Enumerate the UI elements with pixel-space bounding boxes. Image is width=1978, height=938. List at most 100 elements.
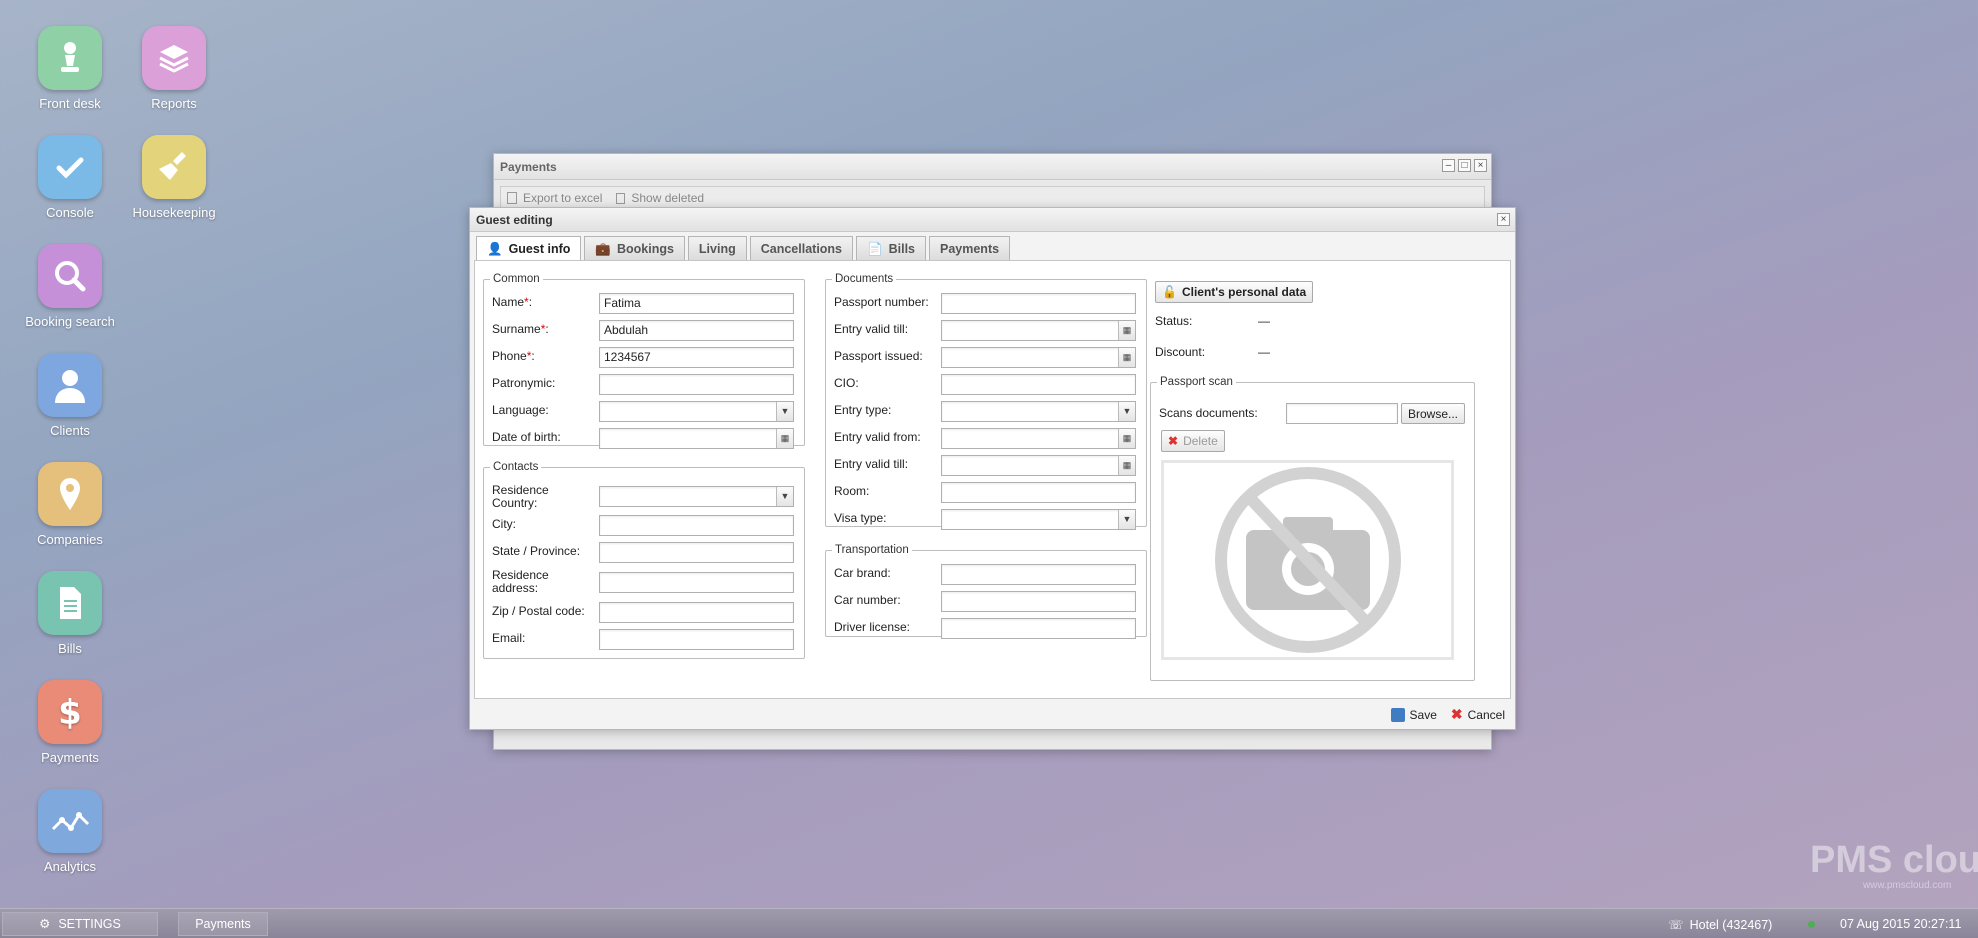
- broom-icon: [142, 135, 206, 199]
- cancel-button[interactable]: ✖ Cancel: [1451, 706, 1505, 723]
- scans-file-input[interactable]: [1286, 403, 1398, 424]
- desktop-icon-payments[interactable]: $ Payments: [20, 680, 120, 765]
- briefcase-icon: 💼: [595, 241, 611, 256]
- tab-living[interactable]: Living: [687, 236, 747, 260]
- show-deleted-label: Show deleted: [631, 191, 705, 205]
- dob-input[interactable]: ▦: [599, 428, 794, 449]
- passport-number-input[interactable]: [941, 293, 1136, 314]
- entry-valid-from-input[interactable]: ▦: [941, 428, 1136, 449]
- floppy-disk-icon: [1390, 707, 1405, 722]
- guest-editing-dialog: Guest editing × 👤 Guest info 💼 Bookings Li…: [469, 207, 1516, 730]
- desktop-icon-reports[interactable]: Reports: [124, 26, 224, 111]
- patronymic-label: Patronymic:: [492, 375, 556, 390]
- desktop-icon-label: Bills: [58, 641, 82, 656]
- documents-fieldset: Documents Passport number: Entry valid t…: [825, 273, 1147, 530]
- driver-license-label: Driver license:: [834, 619, 911, 634]
- visa-type-label: Visa type:: [834, 510, 887, 525]
- passport-number-label: Passport number:: [834, 294, 929, 309]
- delete-x-icon: ✖: [1168, 434, 1179, 448]
- taskbar-payments-button[interactable]: Payments: [178, 912, 268, 936]
- surname-input[interactable]: Abdulah: [599, 320, 794, 341]
- tab-guest-info[interactable]: 👤 Guest info: [476, 236, 582, 261]
- desktop-icon-companies[interactable]: Companies: [20, 462, 120, 547]
- document-icon: [38, 571, 102, 635]
- chevron-down-icon[interactable]: ▼: [776, 487, 793, 506]
- chevron-down-icon[interactable]: ▼: [1118, 510, 1135, 529]
- export-excel-label: Export to excel: [523, 191, 603, 205]
- state-label: State / Province:: [492, 543, 581, 558]
- maximize-button[interactable]: □: [1458, 159, 1471, 172]
- delete-button[interactable]: ✖ Delete: [1161, 430, 1225, 452]
- hotel-indicator[interactable]: ☏ Hotel (432467): [1668, 917, 1772, 933]
- zip-input[interactable]: [599, 602, 794, 623]
- status-dot: [1808, 921, 1815, 928]
- save-button[interactable]: Save: [1390, 707, 1437, 722]
- desktop-icon-housekeeping[interactable]: Housekeeping: [124, 135, 224, 220]
- minimize-button[interactable]: –: [1442, 159, 1455, 172]
- passport-issued-input[interactable]: ▦: [941, 347, 1136, 368]
- language-select[interactable]: ▼: [599, 401, 794, 422]
- city-input[interactable]: [599, 515, 794, 536]
- phone-input[interactable]: 1234567: [599, 347, 794, 368]
- clients-personal-data-button[interactable]: 🔓 Client's personal data: [1155, 281, 1314, 303]
- room-input[interactable]: [941, 482, 1136, 503]
- entry-type-select[interactable]: ▼: [941, 401, 1136, 422]
- settings-button[interactable]: ⚙ SETTINGS: [2, 912, 158, 936]
- chevron-down-icon[interactable]: ▼: [1118, 402, 1135, 421]
- state-input[interactable]: [599, 542, 794, 563]
- browse-button[interactable]: Browse...: [1401, 403, 1466, 424]
- books-icon: [142, 26, 206, 90]
- desktop-icon-bills[interactable]: Bills: [20, 571, 120, 656]
- show-deleted-button[interactable]: Show deleted: [616, 191, 704, 205]
- cancel-x-icon: ✖: [1450, 706, 1463, 722]
- tab-payments[interactable]: Payments: [929, 236, 1011, 260]
- calendar-icon[interactable]: ▦: [1118, 348, 1135, 367]
- desktop-icon-console[interactable]: Console: [20, 135, 120, 220]
- desktop-icon-label: Booking search: [25, 314, 115, 329]
- tab-bills[interactable]: 📄 Bills: [856, 236, 926, 260]
- desktop-icon-label: Housekeeping: [132, 205, 216, 220]
- calendar-icon[interactable]: ▦: [1118, 456, 1135, 475]
- entry-valid-till-input[interactable]: ▦: [941, 320, 1136, 341]
- desktop-icon-clients[interactable]: Clients: [20, 353, 120, 438]
- svg-text:$: $: [58, 693, 82, 732]
- check-icon: [38, 135, 102, 199]
- car-number-input[interactable]: [941, 591, 1136, 612]
- desktop-icon-front-desk[interactable]: Front desk: [20, 26, 120, 111]
- name-input[interactable]: Fatima: [599, 293, 794, 314]
- common-legend: Common: [493, 273, 540, 285]
- desktop-icon-analytics[interactable]: Analytics: [20, 789, 120, 874]
- tab-label: Guest info: [508, 242, 571, 256]
- unlock-icon: 🔓: [1162, 285, 1177, 299]
- dollar-icon: $: [38, 680, 102, 744]
- patronymic-input[interactable]: [599, 374, 794, 395]
- chevron-down-icon[interactable]: ▼: [776, 402, 793, 421]
- close-button[interactable]: ×: [1474, 159, 1487, 172]
- discount-label: Discount:: [1155, 345, 1206, 359]
- calendar-icon[interactable]: ▦: [776, 429, 793, 448]
- email-input[interactable]: [599, 629, 794, 650]
- car-number-label: Car number:: [834, 592, 901, 607]
- tab-bookings[interactable]: 💼 Bookings: [584, 236, 685, 260]
- location-pin-icon: [38, 462, 102, 526]
- dialog-close-button[interactable]: ×: [1497, 213, 1510, 226]
- excel-icon: [507, 192, 517, 204]
- calendar-icon[interactable]: ▦: [1118, 321, 1135, 340]
- desktop-icon-label: Companies: [37, 532, 103, 547]
- common-fieldset: Common Name*: Fatima Surname*: Abdulah P…: [483, 273, 805, 449]
- visa-type-select[interactable]: ▼: [941, 509, 1136, 530]
- cio-input[interactable]: [941, 374, 1136, 395]
- driver-license-input[interactable]: [941, 618, 1136, 639]
- entry-valid-till-2-input[interactable]: ▦: [941, 455, 1136, 476]
- country-select[interactable]: ▼: [599, 486, 794, 507]
- tab-cancellations[interactable]: Cancellations: [749, 236, 854, 260]
- export-excel-button[interactable]: Export to excel: [507, 191, 602, 205]
- desktop-icon-booking-search[interactable]: Booking search: [20, 244, 120, 329]
- magnifier-icon: [38, 244, 102, 308]
- phone-icon: ☏: [1668, 918, 1684, 932]
- address-input[interactable]: [599, 572, 794, 593]
- guest-info-panel: Common Name*: Fatima Surname*: Abdulah P…: [474, 260, 1511, 699]
- calendar-icon[interactable]: ▦: [1118, 429, 1135, 448]
- car-brand-input[interactable]: [941, 564, 1136, 585]
- car-brand-label: Car brand:: [834, 565, 891, 580]
